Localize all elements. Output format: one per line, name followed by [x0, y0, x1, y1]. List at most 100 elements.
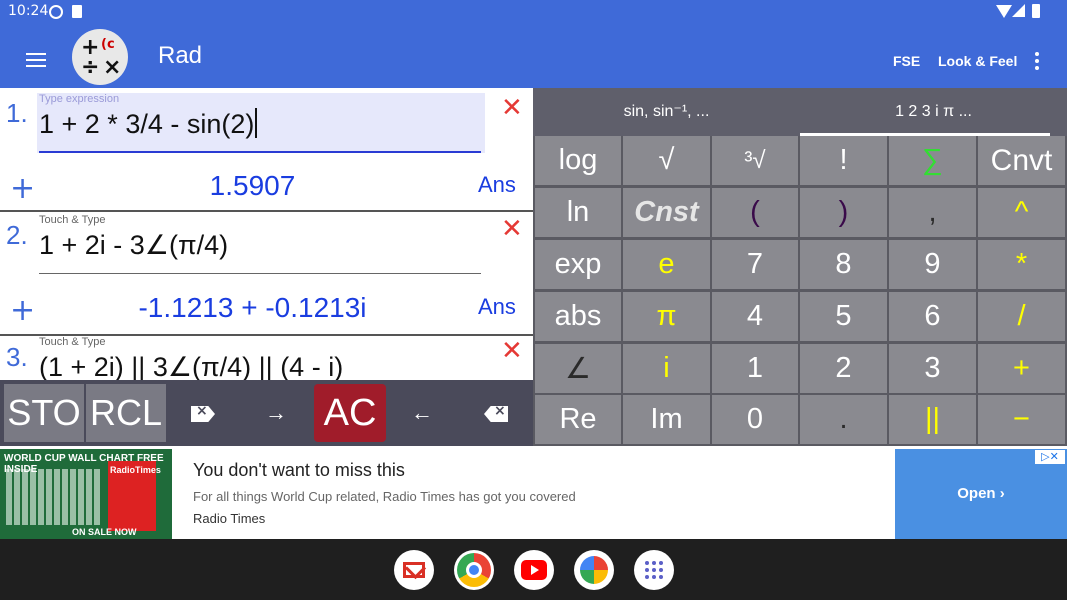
key-5-4[interactable]: ||	[889, 395, 976, 444]
cell-signal-icon	[1012, 4, 1025, 17]
status-bar: 10:24	[0, 0, 1067, 24]
google-icon	[49, 5, 63, 19]
history-pane: 1. Type expression 1 + 2 * 3/4 - sin(2) …	[0, 88, 533, 380]
key-2-1[interactable]: e	[623, 240, 710, 289]
ad-choices-icon[interactable]: ▷✕	[1035, 450, 1065, 464]
key-4-5[interactable]: +	[978, 344, 1065, 393]
expression-input[interactable]: 1 + 2i - 3∠(π/4)	[39, 230, 228, 261]
sd-card-icon	[72, 5, 82, 18]
youtube-app-icon[interactable]	[514, 550, 554, 590]
app-bar: + (c ÷ × Rad FSE Look & Feel	[0, 24, 1067, 88]
expression-input[interactable]: (1 + 2i) || 3∠(π/4) || (4 - i)	[39, 352, 343, 380]
key-4-3[interactable]: 2	[800, 344, 887, 393]
text-caret	[255, 108, 258, 138]
fse-button[interactable]: FSE	[893, 53, 920, 69]
app-drawer-icon[interactable]	[634, 550, 674, 590]
wall-chart-graphic	[6, 469, 102, 525]
menu-icon[interactable]	[26, 53, 46, 67]
key-4-4[interactable]: 3	[889, 344, 976, 393]
key-3-1[interactable]: π	[623, 292, 710, 341]
ad-banner[interactable]: WORLD CUP WALL CHART FREE INSIDE RadioTi…	[0, 446, 1067, 539]
recall-button[interactable]: RCL	[86, 384, 166, 442]
key-0-2[interactable]: ³√	[712, 136, 798, 185]
all-clear-button[interactable]: AC	[314, 384, 386, 442]
store-button[interactable]: STO	[4, 384, 84, 442]
key-2-4[interactable]: 9	[889, 240, 976, 289]
ans-button[interactable]: Ans	[478, 294, 516, 320]
more-vert-icon[interactable]	[1035, 52, 1039, 70]
entry-hint: Type expression	[39, 93, 120, 105]
key-2-2[interactable]: 7	[712, 240, 798, 289]
key-3-4[interactable]: 6	[889, 292, 976, 341]
ad-advertiser: Radio Times	[193, 511, 266, 526]
key-5-3[interactable]: .	[800, 395, 887, 444]
cursor-left-button[interactable]: ←	[400, 384, 444, 442]
ad-title[interactable]: You don't want to miss this	[193, 460, 405, 481]
close-icon[interactable]: ✕	[501, 95, 523, 121]
key-3-5[interactable]: /	[978, 292, 1065, 341]
close-icon[interactable]: ✕	[501, 338, 523, 364]
tab-numbers[interactable]: 1 2 3 i π ...	[800, 88, 1067, 136]
backspace-icon[interactable]: ×	[484, 406, 508, 422]
entry-index: 3.	[6, 342, 28, 372]
expression-underline	[39, 273, 481, 274]
key-1-4[interactable]: ,	[889, 188, 976, 237]
key-2-3[interactable]: 8	[800, 240, 887, 289]
keypad-tabs: sin, sin⁻¹, ... 1 2 3 i π ...	[533, 88, 1067, 136]
cursor-right-button[interactable]: →	[254, 384, 298, 442]
result-value[interactable]: 1.5907	[0, 170, 505, 202]
key-5-1[interactable]: Im	[623, 395, 710, 444]
photos-app-icon[interactable]	[574, 550, 614, 590]
gmail-app-icon[interactable]	[394, 550, 434, 590]
key-2-0[interactable]: exp	[535, 240, 621, 289]
key-0-1[interactable]: √	[623, 136, 710, 185]
tab-functions[interactable]: sin, sin⁻¹, ...	[533, 88, 800, 136]
history-entry: 2. Touch & Type 1 + 2i - 3∠(π/4) ✕ + -1.…	[0, 212, 533, 336]
battery-icon	[1032, 4, 1040, 18]
chrome-app-icon[interactable]	[454, 550, 494, 590]
key-3-3[interactable]: 5	[800, 292, 887, 341]
key-4-0[interactable]: ∠	[535, 344, 621, 393]
key-0-5[interactable]: Cnvt	[978, 136, 1065, 185]
key-1-0[interactable]: ln	[535, 188, 621, 237]
entry-index: 2.	[6, 220, 28, 250]
history-entry: 1. Type expression 1 + 2 * 3/4 - sin(2) …	[0, 88, 533, 212]
app-dock	[0, 539, 1067, 600]
key-1-3[interactable]: )	[800, 188, 887, 237]
key-2-5[interactable]: *	[978, 240, 1065, 289]
expression-text: 1 + 2 * 3/4 - sin(2)	[39, 109, 255, 139]
key-0-4[interactable]: ∑	[889, 136, 976, 185]
key-3-2[interactable]: 4	[712, 292, 798, 341]
backspace-icon[interactable]: ×	[191, 406, 215, 422]
key-5-0[interactable]: Re	[535, 395, 621, 444]
expression-input[interactable]: 1 + 2 * 3/4 - sin(2)	[39, 108, 258, 140]
key-1-2[interactable]: (	[712, 188, 798, 237]
key-5-2[interactable]: 0	[712, 395, 798, 444]
key-1-5[interactable]: ^	[978, 188, 1065, 237]
entry-hint: Touch & Type	[39, 214, 106, 226]
status-time: 10:24	[8, 3, 49, 19]
ad-subtitle: For all things World Cup related, Radio …	[193, 489, 576, 504]
key-4-1[interactable]: i	[623, 344, 710, 393]
history-entry: 3. Touch & Type (1 + 2i) || 3∠(π/4) || (…	[0, 336, 533, 380]
key-4-2[interactable]: 1	[712, 344, 798, 393]
entry-hint: Touch & Type	[39, 336, 106, 348]
key-5-5[interactable]: −	[978, 395, 1065, 444]
ans-button[interactable]: Ans	[478, 172, 516, 198]
angle-mode-title[interactable]: Rad	[158, 42, 202, 70]
app-logo: + (c ÷ ×	[72, 29, 128, 85]
key-1-1[interactable]: Cnst	[623, 188, 710, 237]
result-value[interactable]: -1.1213 + -0.1213i	[0, 292, 505, 324]
ad-image[interactable]: WORLD CUP WALL CHART FREE INSIDE RadioTi…	[0, 449, 172, 539]
keypad: log √ ³√! ∑ Cnvt ln Cnst(), ^ exp e 7 8 9 * abs π 4 5 6/ ∠ i…	[533, 136, 1067, 446]
close-icon[interactable]: ✕	[501, 216, 523, 242]
on-sale-label: ON SALE NOW	[72, 527, 137, 537]
entry-index: 1.	[6, 98, 28, 128]
key-0-0[interactable]: log	[535, 136, 621, 185]
wifi-icon	[996, 5, 1012, 18]
key-0-3[interactable]: !	[800, 136, 887, 185]
edit-toolbar: STO RCL × → AC ← ×	[0, 380, 533, 446]
magazine-title: RadioTimes	[110, 465, 161, 475]
key-3-0[interactable]: abs	[535, 292, 621, 341]
look-and-feel-button[interactable]: Look & Feel	[938, 53, 1017, 69]
